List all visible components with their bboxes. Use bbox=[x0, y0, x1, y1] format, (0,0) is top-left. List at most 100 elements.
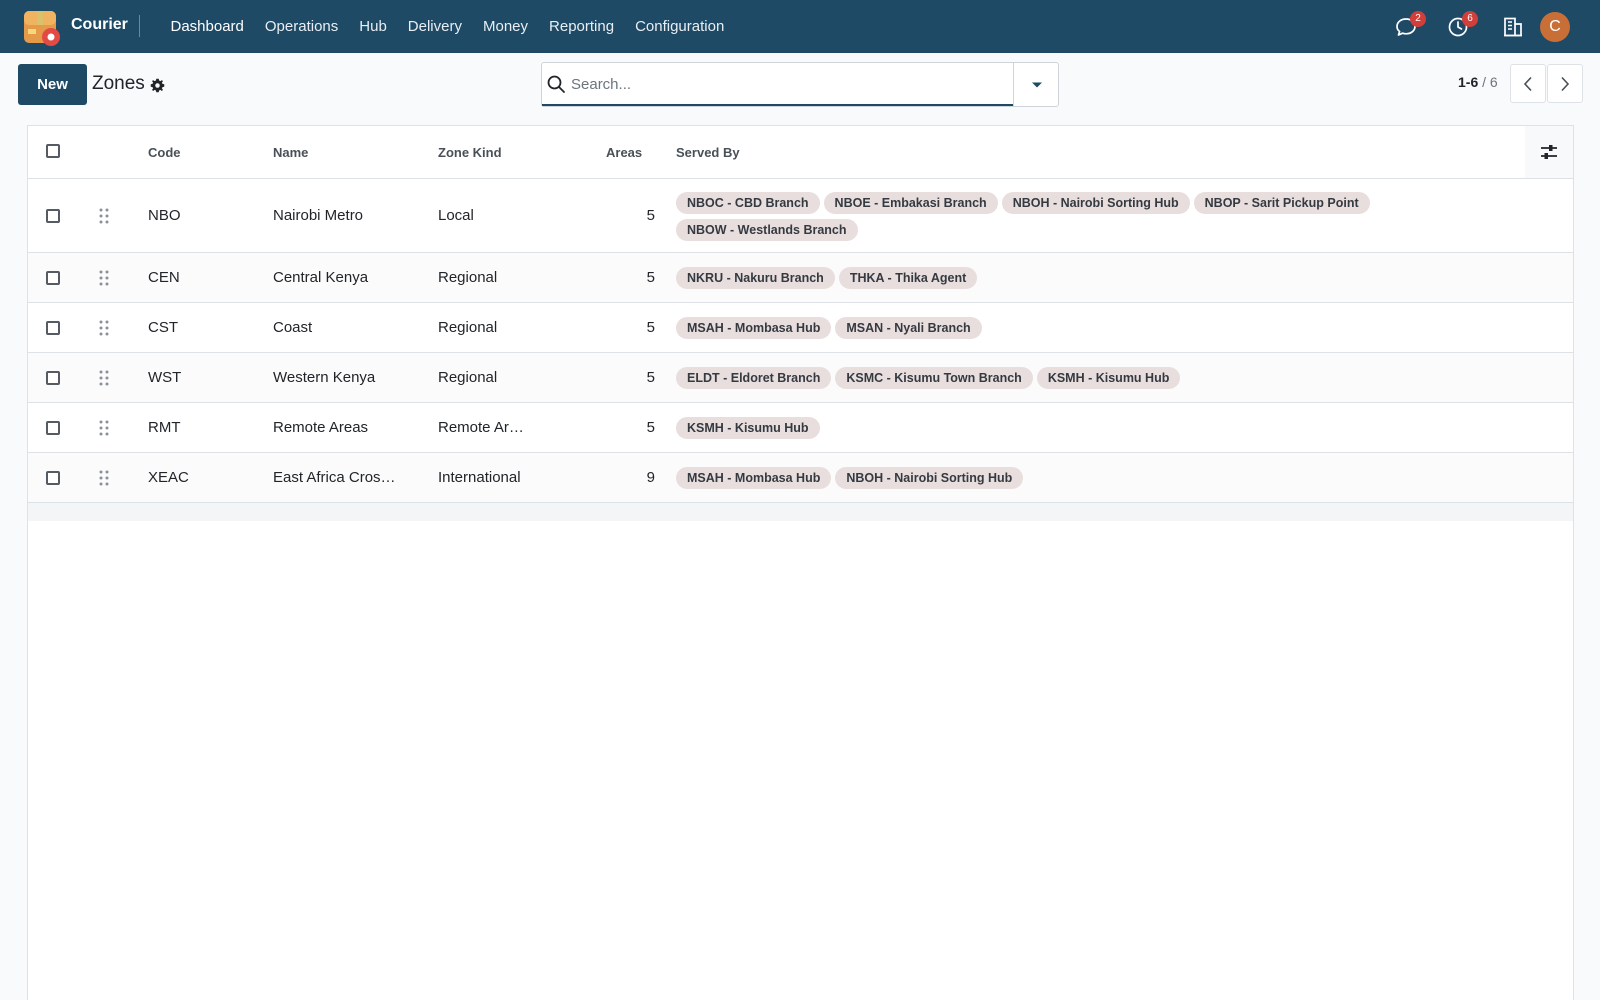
top-navbar: Courier Dashboard Operations Hub Deliver… bbox=[0, 0, 1600, 53]
cell-areas: 5 bbox=[646, 369, 655, 386]
served-by-tag: KSMH - Kisumu Hub bbox=[676, 417, 820, 439]
cell-code: WST bbox=[148, 369, 182, 386]
chevron-right-icon bbox=[1561, 76, 1570, 91]
pager-separator: / bbox=[1478, 74, 1490, 90]
served-by-tag: NBOH - Nairobi Sorting Hub bbox=[1001, 192, 1190, 214]
menu-money[interactable]: Money bbox=[472, 0, 538, 53]
cell-name: Central Kenya bbox=[273, 269, 369, 286]
activities-button[interactable]: 6 bbox=[1447, 11, 1478, 39]
table-row[interactable]: RMT Remote Areas Remote Ar… 5 KSMH - Kisumu … bbox=[28, 403, 1573, 453]
cell-zone-kind: Local bbox=[438, 207, 474, 224]
menu-configuration[interactable]: Configuration bbox=[625, 0, 735, 53]
cell-name: Nairobi Metro bbox=[273, 207, 364, 224]
served-by-tags: ELDT - Eldoret Branch KSMC - Kisumu Town … bbox=[676, 367, 1396, 389]
pager-next-button[interactable] bbox=[1547, 64, 1583, 103]
served-by-tags: MSAH - Mombasa Hub MSAN - Nyali Branch bbox=[676, 317, 1396, 339]
served-by-tag: MSAN - Nyali Branch bbox=[835, 317, 982, 339]
pager-previous-button[interactable] bbox=[1510, 64, 1546, 103]
drag-handle-icon[interactable] bbox=[99, 370, 109, 386]
cell-areas: 5 bbox=[646, 207, 655, 224]
user-avatar[interactable]: C bbox=[1540, 12, 1570, 42]
served-by-tag: ELDT - Eldoret Branch bbox=[676, 367, 832, 389]
served-by-tag: NBOC - CBD Branch bbox=[676, 192, 820, 214]
row-checkbox[interactable] bbox=[46, 209, 60, 223]
new-button[interactable]: New bbox=[18, 64, 87, 105]
column-header-name[interactable]: Name bbox=[273, 145, 308, 160]
cell-code: NBO bbox=[148, 207, 181, 224]
column-header-code[interactable]: Code bbox=[148, 145, 181, 160]
menu-dashboard[interactable]: Dashboard bbox=[160, 0, 254, 53]
gear-icon[interactable] bbox=[150, 78, 165, 93]
cell-areas: 5 bbox=[646, 419, 655, 436]
drag-handle-icon[interactable] bbox=[99, 320, 109, 336]
pager-value[interactable]: 1-6 / 6 bbox=[1458, 74, 1498, 90]
sliders-icon bbox=[1541, 145, 1557, 159]
messages-badge: 2 bbox=[1410, 11, 1426, 27]
search-input[interactable] bbox=[571, 71, 1001, 97]
row-checkbox[interactable] bbox=[46, 371, 60, 385]
search-input-wrapper bbox=[542, 63, 1013, 106]
cell-code: CEN bbox=[148, 269, 180, 286]
row-checkbox[interactable] bbox=[46, 471, 60, 485]
served-by-tags: KSMH - Kisumu Hub bbox=[676, 417, 1396, 439]
served-by-tag: NBOE - Embakasi Branch bbox=[823, 192, 998, 214]
menu-operations[interactable]: Operations bbox=[254, 0, 348, 53]
courier-app-icon[interactable] bbox=[22, 7, 62, 47]
menu-delivery[interactable]: Delivery bbox=[397, 0, 472, 53]
table-row[interactable]: XEAC East Africa Cros… International 9 MSAH … bbox=[28, 453, 1573, 503]
menu-reporting[interactable]: Reporting bbox=[539, 0, 625, 53]
company-switcher-button[interactable] bbox=[1502, 13, 1528, 39]
cell-zone-kind: International bbox=[438, 469, 521, 486]
activities-badge: 6 bbox=[1462, 11, 1478, 27]
table-row[interactable]: WST Western Kenya Regional 5 ELDT - Eldoret … bbox=[28, 353, 1573, 403]
drag-handle-icon[interactable] bbox=[99, 420, 109, 436]
drag-handle-icon[interactable] bbox=[99, 270, 109, 286]
served-by-tag: NBOP - Sarit Pickup Point bbox=[1193, 192, 1370, 214]
cell-areas: 5 bbox=[646, 269, 655, 286]
served-by-tag: NKRU - Nakuru Branch bbox=[676, 267, 835, 289]
column-header-served-by[interactable]: Served By bbox=[676, 145, 740, 160]
messages-button[interactable]: 2 bbox=[1395, 11, 1426, 39]
menu-hub[interactable]: Hub bbox=[349, 0, 398, 53]
row-checkbox[interactable] bbox=[46, 271, 60, 285]
served-by-tag: MSAH - Mombasa Hub bbox=[676, 317, 832, 339]
served-by-tag: NBOW - Westlands Branch bbox=[676, 219, 858, 241]
caret-down-icon bbox=[1031, 82, 1042, 87]
cell-zone-kind: Remote Ar… bbox=[438, 419, 524, 436]
cell-areas: 5 bbox=[646, 319, 655, 336]
served-by-tags: NKRU - Nakuru Branch THKA - Thika Agent bbox=[676, 267, 1396, 289]
served-by-tag: KSMH - Kisumu Hub bbox=[1036, 367, 1181, 389]
cell-zone-kind: Regional bbox=[438, 319, 498, 336]
table-row[interactable]: CEN Central Kenya Regional 5 NKRU - Nakuru B… bbox=[28, 253, 1573, 303]
served-by-tag: MSAH - Mombasa Hub bbox=[676, 467, 832, 489]
pager-range[interactable]: 1-6 bbox=[1458, 74, 1478, 90]
cell-zone-kind: Regional bbox=[438, 369, 498, 386]
optional-columns-toggle[interactable] bbox=[1525, 126, 1573, 178]
select-all-checkbox[interactable] bbox=[46, 144, 60, 158]
pager-total: 6 bbox=[1489, 74, 1498, 90]
row-checkbox[interactable] bbox=[46, 421, 60, 435]
building-icon bbox=[1504, 17, 1522, 37]
table-row[interactable]: CST Coast Regional 5 MSAH - Mombasa Hub MSAN … bbox=[28, 303, 1573, 353]
cell-code: XEAC bbox=[148, 469, 189, 486]
row-checkbox[interactable] bbox=[46, 321, 60, 335]
drag-handle-icon[interactable] bbox=[99, 208, 109, 224]
cell-code: RMT bbox=[148, 419, 181, 436]
served-by-tags: NBOC - CBD Branch NBOE - Embakasi Branch N… bbox=[676, 192, 1396, 241]
column-header-zone-kind[interactable]: Zone Kind bbox=[438, 145, 502, 160]
page-title: Zones bbox=[92, 73, 145, 94]
cell-name: East Africa Cros… bbox=[273, 469, 396, 486]
cell-name: Western Kenya bbox=[273, 369, 376, 386]
main-menu: Dashboard Operations Hub Delivery Money … bbox=[160, 0, 735, 53]
column-header-areas[interactable]: Areas bbox=[606, 145, 642, 160]
chevron-left-icon bbox=[1523, 76, 1532, 91]
served-by-tag: KSMC - Kisumu Town Branch bbox=[835, 367, 1033, 389]
served-by-tag: THKA - Thika Agent bbox=[838, 267, 978, 289]
search-options-toggle[interactable] bbox=[1013, 63, 1059, 106]
search-bar bbox=[541, 62, 1059, 107]
app-name[interactable]: Courier bbox=[71, 16, 128, 34]
served-by-tag: NBOH - Nairobi Sorting Hub bbox=[835, 467, 1024, 489]
table-row[interactable]: NBO Nairobi Metro Local 5 NBOC - CBD Branch N… bbox=[28, 179, 1573, 253]
drag-handle-icon[interactable] bbox=[99, 470, 109, 486]
zones-list: Code Name Zone Kind Areas Served By NBO N… bbox=[27, 125, 1574, 1000]
